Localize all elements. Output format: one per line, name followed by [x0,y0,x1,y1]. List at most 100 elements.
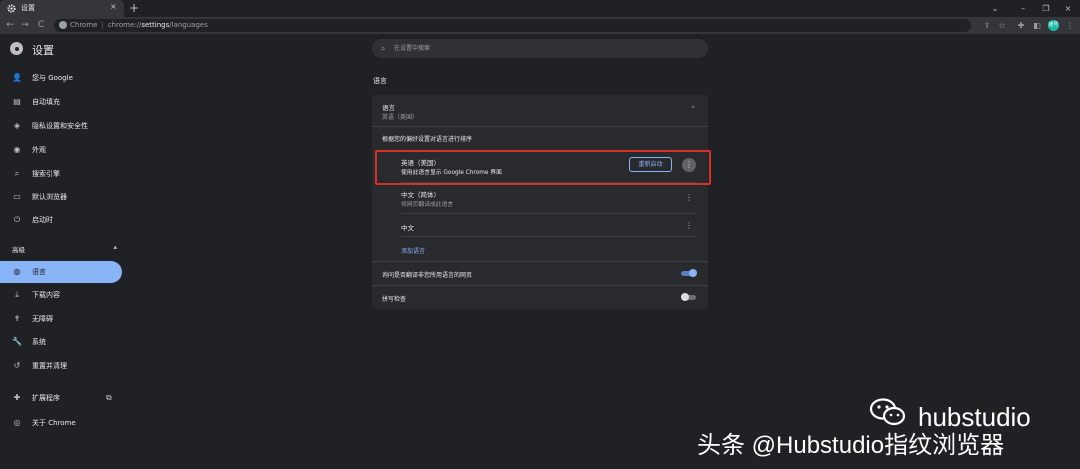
sidebar-item-you-and-google[interactable]: 👤 您与 Google [0,67,122,89]
order-languages-label: 根据您的偏好设置对语言进行排序 [382,136,473,143]
wechat-logo-icon [869,398,906,426]
reload-button[interactable]: C [34,17,48,34]
side-panel-icon[interactable]: ◧ [1030,17,1044,34]
sidebar-item-label: 默认浏览器 [32,193,67,201]
bookmark-star-icon[interactable]: ☆ [995,17,1009,34]
sidebar-item-system[interactable]: 🔧 系统 [0,331,122,353]
sidebar-item-default-browser[interactable]: ▭ 默认浏览器 [0,186,122,208]
spellcheck-toggle[interactable] [681,293,696,301]
clipboard-icon: ▤ [13,97,21,106]
palette-icon: ◉ [13,145,21,154]
sidebar-item-reset[interactable]: ↺ 重置并清理 [0,355,122,377]
search-icon: ⌕ [381,44,386,53]
restore-button[interactable]: ❐ [1035,0,1057,17]
watermark-caption: 头条 @Hubstudio指纹浏览器 [697,432,1005,459]
chevron-up-icon[interactable]: ⌃ [690,105,696,113]
language-desc: 将网页翻译成此语言 [401,202,454,208]
profile-avatar[interactable]: 账号 [1048,20,1059,31]
page-title: 设置 [32,44,54,57]
divider [401,236,697,237]
power-icon: ⏻ [13,215,21,224]
site-info-icon[interactable] [59,21,67,29]
download-icon: ⤓ [15,290,19,299]
wrench-icon: 🔧 [12,337,22,346]
language-name: 英语（美国） [401,159,440,167]
settings-header: 设置 ⌕ [0,34,1080,64]
sidebar-item-label: 系统 [32,338,46,346]
language-name: 中文 [401,224,414,232]
sidebar-item-about-chrome[interactable]: ◎ 关于 Chrome [0,412,122,434]
sidebar-item-label: 启动时 [32,216,53,224]
settings-sidebar: 👤 您与 Google ▤ 自动填充 ◈ 隐私设置和安全性 ◉ 外观 ⌕ 搜索引… [0,64,130,469]
toggle-knob [689,269,697,277]
sidebar-item-on-startup[interactable]: ⏻ 启动时 [0,209,122,231]
share-icon[interactable]: ⇪ [980,17,994,34]
sidebar-item-search-engine[interactable]: ⌕ 搜索引擎 [0,163,122,185]
new-tab-button[interactable]: + [129,0,139,17]
minimize-button[interactable]: – [1012,0,1034,17]
menu-icon[interactable]: ⋮ [1063,17,1077,34]
sidebar-item-label: 扩展程序 [32,394,60,402]
sidebar-item-label: 自动填充 [32,98,60,106]
settings-search[interactable]: ⌕ [372,39,708,58]
language-desc: 使用此语言显示 Google Chrome 界面 [401,170,502,176]
person-icon: 👤 [12,73,22,82]
section-title: 语言 [373,77,387,85]
browser-icon: ▭ [13,192,21,201]
open-in-new-icon: ⧉ [106,393,112,402]
sidebar-item-privacy[interactable]: ◈ 隐私设置和安全性 [0,115,122,137]
gear-icon [7,4,16,13]
translate-toggle[interactable] [681,269,697,277]
language-name: 中文（简体） [401,191,440,199]
extensions-puzzle-icon[interactable]: ✚ [1014,17,1028,34]
sidebar-item-appearance[interactable]: ◉ 外观 [0,139,122,161]
sidebar-item-label: 隐私设置和安全性 [32,122,88,130]
restart-button[interactable]: 重新启动 [629,157,672,172]
toggle-knob [681,293,689,301]
sidebar-item-label: 无障碍 [32,315,53,323]
chevron-up-icon: ▴ [113,243,117,251]
tab-close-icon[interactable]: × [110,2,117,11]
search-input[interactable] [394,41,694,56]
chrome-icon: ◎ [13,418,21,427]
sidebar-item-label: 关于 Chrome [32,419,76,427]
puzzle-icon: ✚ [13,393,21,402]
back-button[interactable]: ← [3,17,17,34]
spellcheck-label: 拼写检查 [382,296,407,303]
translate-offer-label: 询问是否翻译非您所用语言的网页 [382,272,473,279]
card-subtitle: 英语（美国） [382,114,419,121]
history-icon: ↺ [13,361,21,370]
sidebar-item-accessibility[interactable]: ✝ 无障碍 [0,308,122,330]
tab-strip: 设置 × + ⌄ – ❐ × [0,0,1080,17]
divider [401,182,697,183]
chrome-logo-icon [10,42,23,55]
sidebar-item-languages[interactable]: ◍ 语言 [0,261,122,283]
divider [372,285,708,286]
add-language-button[interactable]: 添加语言 [401,246,425,255]
sidebar-item-downloads[interactable]: ⤓ 下载内容 [0,284,122,306]
globe-icon: ◍ [13,267,21,276]
tab-search-icon[interactable]: ⌄ [984,0,1006,17]
sidebar-item-autofill[interactable]: ▤ 自动填充 [0,91,122,113]
close-window-button[interactable]: × [1057,0,1079,17]
browser-toolbar: ← → C Chrome | chrome://settings/languages… [0,17,1080,34]
accessibility-icon: ✝ [13,314,21,323]
sidebar-item-label: 搜索引擎 [32,170,60,178]
forward-button[interactable]: → [18,17,32,34]
advanced-label: 高级 [12,246,25,254]
search-icon: ⌕ [14,169,20,178]
card-title: 语言 [382,104,395,112]
address-bar[interactable]: Chrome | chrome://settings/languages [54,19,971,32]
sidebar-item-extensions[interactable]: ✚ 扩展程序 ⧉ [0,387,122,409]
shield-icon: ◈ [13,121,21,130]
sidebar-item-label: 重置并清理 [32,362,67,370]
more-vert-icon[interactable]: ⋮ [682,158,696,172]
sidebar-item-label: 外观 [32,146,46,154]
more-vert-icon[interactable]: ⋮ [682,191,696,205]
address-text: Chrome | chrome://settings/languages [70,21,208,29]
tab-settings[interactable]: 设置 × [0,0,124,17]
tab-title: 设置 [21,4,35,12]
advanced-toggle[interactable]: 高级 ▴ [12,243,117,254]
sidebar-item-label: 您与 Google [32,74,73,82]
more-vert-icon[interactable]: ⋮ [682,219,696,233]
